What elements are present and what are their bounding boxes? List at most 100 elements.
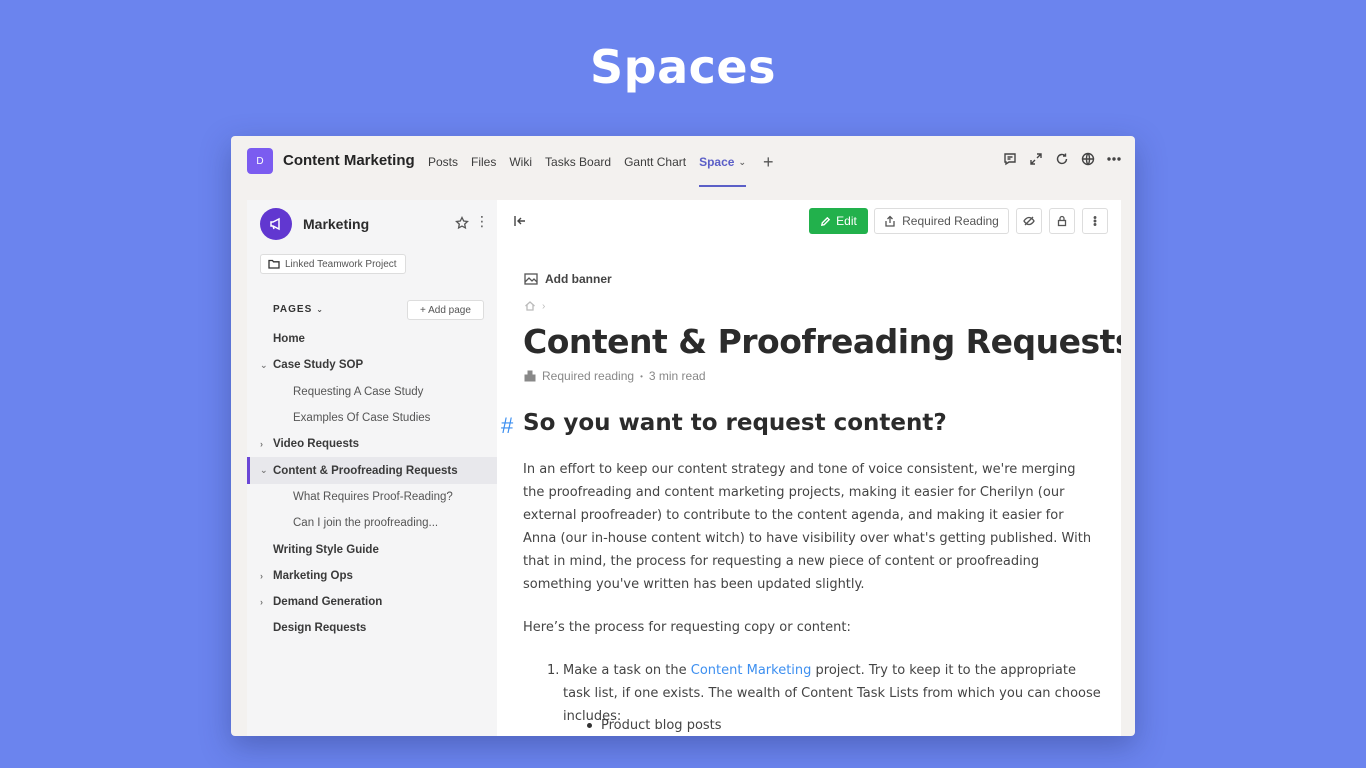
bullet-item: Product blog posts [587,714,722,736]
sidebar-item-label: Can I join the proofreading... [293,517,439,530]
share-icon [885,215,895,227]
expand-icon[interactable] [1029,152,1043,166]
sidebar-item-label: Design Requests [273,622,367,635]
sidebar-item-label: Examples Of Case Studies [293,412,431,425]
sidebar-item-examples-case-studies[interactable]: Examples Of Case Studies [247,405,497,431]
edit-button[interactable]: Edit [809,208,868,234]
chevron-down-icon: ⌄ [738,156,746,167]
vertical-more-icon[interactable] [1082,208,1108,234]
required-reading-button[interactable]: Required Reading [874,208,1009,234]
space-name: Marketing [303,216,370,232]
globe-icon[interactable] [1081,152,1095,166]
tab-files[interactable]: Files [471,136,496,188]
process-list: 1. Make a task on the Content Marketing … [547,659,1107,733]
intro-paragraph: In an effort to keep our content strateg… [523,462,1092,592]
sidebar-item-label: Case Study SOP [273,359,364,372]
tab-label: Space [699,155,735,169]
home-icon[interactable] [524,300,536,312]
page-meta: Required reading • 3 min read [524,369,706,383]
page-tree: Home ⌄ Case Study SOP Requesting A Case S… [247,326,497,642]
bullet-text: Product blog posts [601,718,722,733]
pages-label: PAGES [273,304,313,315]
vertical-more-icon[interactable]: ⋮ [475,214,489,228]
sidebar-item-label: Home [273,333,305,346]
top-icons [1003,152,1121,166]
caret-down-icon[interactable]: ⌄ [260,465,268,476]
pages-section-toggle[interactable]: PAGES ⌄ [273,304,324,315]
image-icon [524,273,538,285]
linked-project-label: Linked Teamwork Project [285,258,397,270]
anchor-hash-icon[interactable]: # [501,413,513,439]
team-name: Content Marketing [283,152,415,169]
add-page-button[interactable]: + Add page [407,300,484,320]
hero-title: Spaces [590,40,776,94]
required-reading-meta: Required reading [542,369,635,383]
tab-wiki[interactable]: Wiki [509,136,532,188]
hide-eye-icon[interactable] [1016,208,1042,234]
sidebar-item-requesting-case-study[interactable]: Requesting A Case Study [247,379,497,405]
add-banner-label: Add banner [545,272,612,286]
caret-down-icon[interactable]: ⌄ [260,360,268,371]
caret-right-icon[interactable]: › [260,439,263,449]
lock-icon[interactable] [1049,208,1075,234]
content-marketing-link[interactable]: Content Marketing [691,663,812,678]
caret-right-icon[interactable]: › [260,571,263,581]
read-time: 3 min read [648,369,706,383]
tab-label: Files [471,155,497,169]
tab-bar: Posts Files Wiki Tasks Board Gantt Chart… [428,136,774,188]
sidebar-item-label: Marketing Ops [273,569,353,582]
chat-icon[interactable] [1003,152,1017,166]
sidebar-item-writing-style-guide[interactable]: Writing Style Guide [247,536,497,562]
list-text: Make a task on the [563,663,691,678]
tab-label: Tasks Board [545,155,612,169]
list-number: 1. [547,663,560,678]
linked-project-chip[interactable]: Linked Teamwork Project [260,254,406,274]
tab-posts[interactable]: Posts [428,136,458,188]
collapse-sidebar-icon[interactable] [513,214,527,228]
sidebar-item-label: What Requires Proof-Reading? [293,490,453,503]
star-icon[interactable] [455,216,469,230]
sidebar-item-label: Content & Proofreading Requests [273,464,458,477]
sidebar-item-label: Writing Style Guide [273,543,379,556]
page-title: Content & Proofreading Requests [523,322,1121,361]
section-heading: So you want to request content? [523,410,947,436]
sidebar-item-design-requests[interactable]: Design Requests [247,615,497,641]
megaphone-icon[interactable] [260,208,292,240]
refresh-icon[interactable] [1055,152,1069,166]
reading-icon [524,370,536,382]
folder-icon [268,259,280,269]
more-icon[interactable] [1107,152,1121,166]
chevron-right-icon: › [542,300,546,312]
add-banner-button[interactable]: Add banner [524,272,612,286]
sidebar-item-label: Demand Generation [273,596,383,609]
sidebar-item-marketing-ops[interactable]: › Marketing Ops [247,563,497,589]
team-avatar[interactable]: D [247,148,273,174]
caret-right-icon[interactable]: › [260,597,263,607]
sidebar: Marketing ⋮ Linked Teamwork Project PAGE… [247,200,497,736]
tab-space[interactable]: Space ⌄ [699,136,746,188]
sidebar-item-what-requires-proofreading[interactable]: What Requires Proof-Reading? [247,484,497,510]
sidebar-item-join-proofreading[interactable]: Can I join the proofreading... [247,510,497,536]
bullet-dot [587,723,592,728]
sidebar-item-demand-generation[interactable]: › Demand Generation [247,589,497,615]
app-window: D Content Marketing Posts Files Wiki Tas… [231,136,1135,736]
chevron-down-icon: ⌄ [316,305,324,314]
breadcrumb: › [524,300,545,312]
process-paragraph: Here’s the process for requesting copy o… [523,620,851,635]
tab-label: Wiki [509,155,533,169]
required-reading-label: Required Reading [902,214,999,228]
edit-label: Edit [836,214,857,228]
pencil-icon [821,216,831,226]
sidebar-item-content-proofreading[interactable]: ⌄ Content & Proofreading Requests [247,457,497,485]
sidebar-item-case-study-sop[interactable]: ⌄ Case Study SOP [247,352,497,378]
tab-tasks-board[interactable]: Tasks Board [545,136,611,188]
add-tab-plus-icon[interactable]: + [763,152,774,173]
tab-label: Gantt Chart [624,155,687,169]
sidebar-item-home[interactable]: Home [247,326,497,352]
sidebar-item-video-requests[interactable]: › Video Requests [247,431,497,457]
sidebar-item-label: Video Requests [273,438,360,451]
dot-separator: • [640,371,643,381]
tab-gantt-chart[interactable]: Gantt Chart [624,136,686,188]
sidebar-item-label: Requesting A Case Study [293,385,424,398]
page-content: Edit Required Reading Add banner › Conte… [497,200,1121,736]
